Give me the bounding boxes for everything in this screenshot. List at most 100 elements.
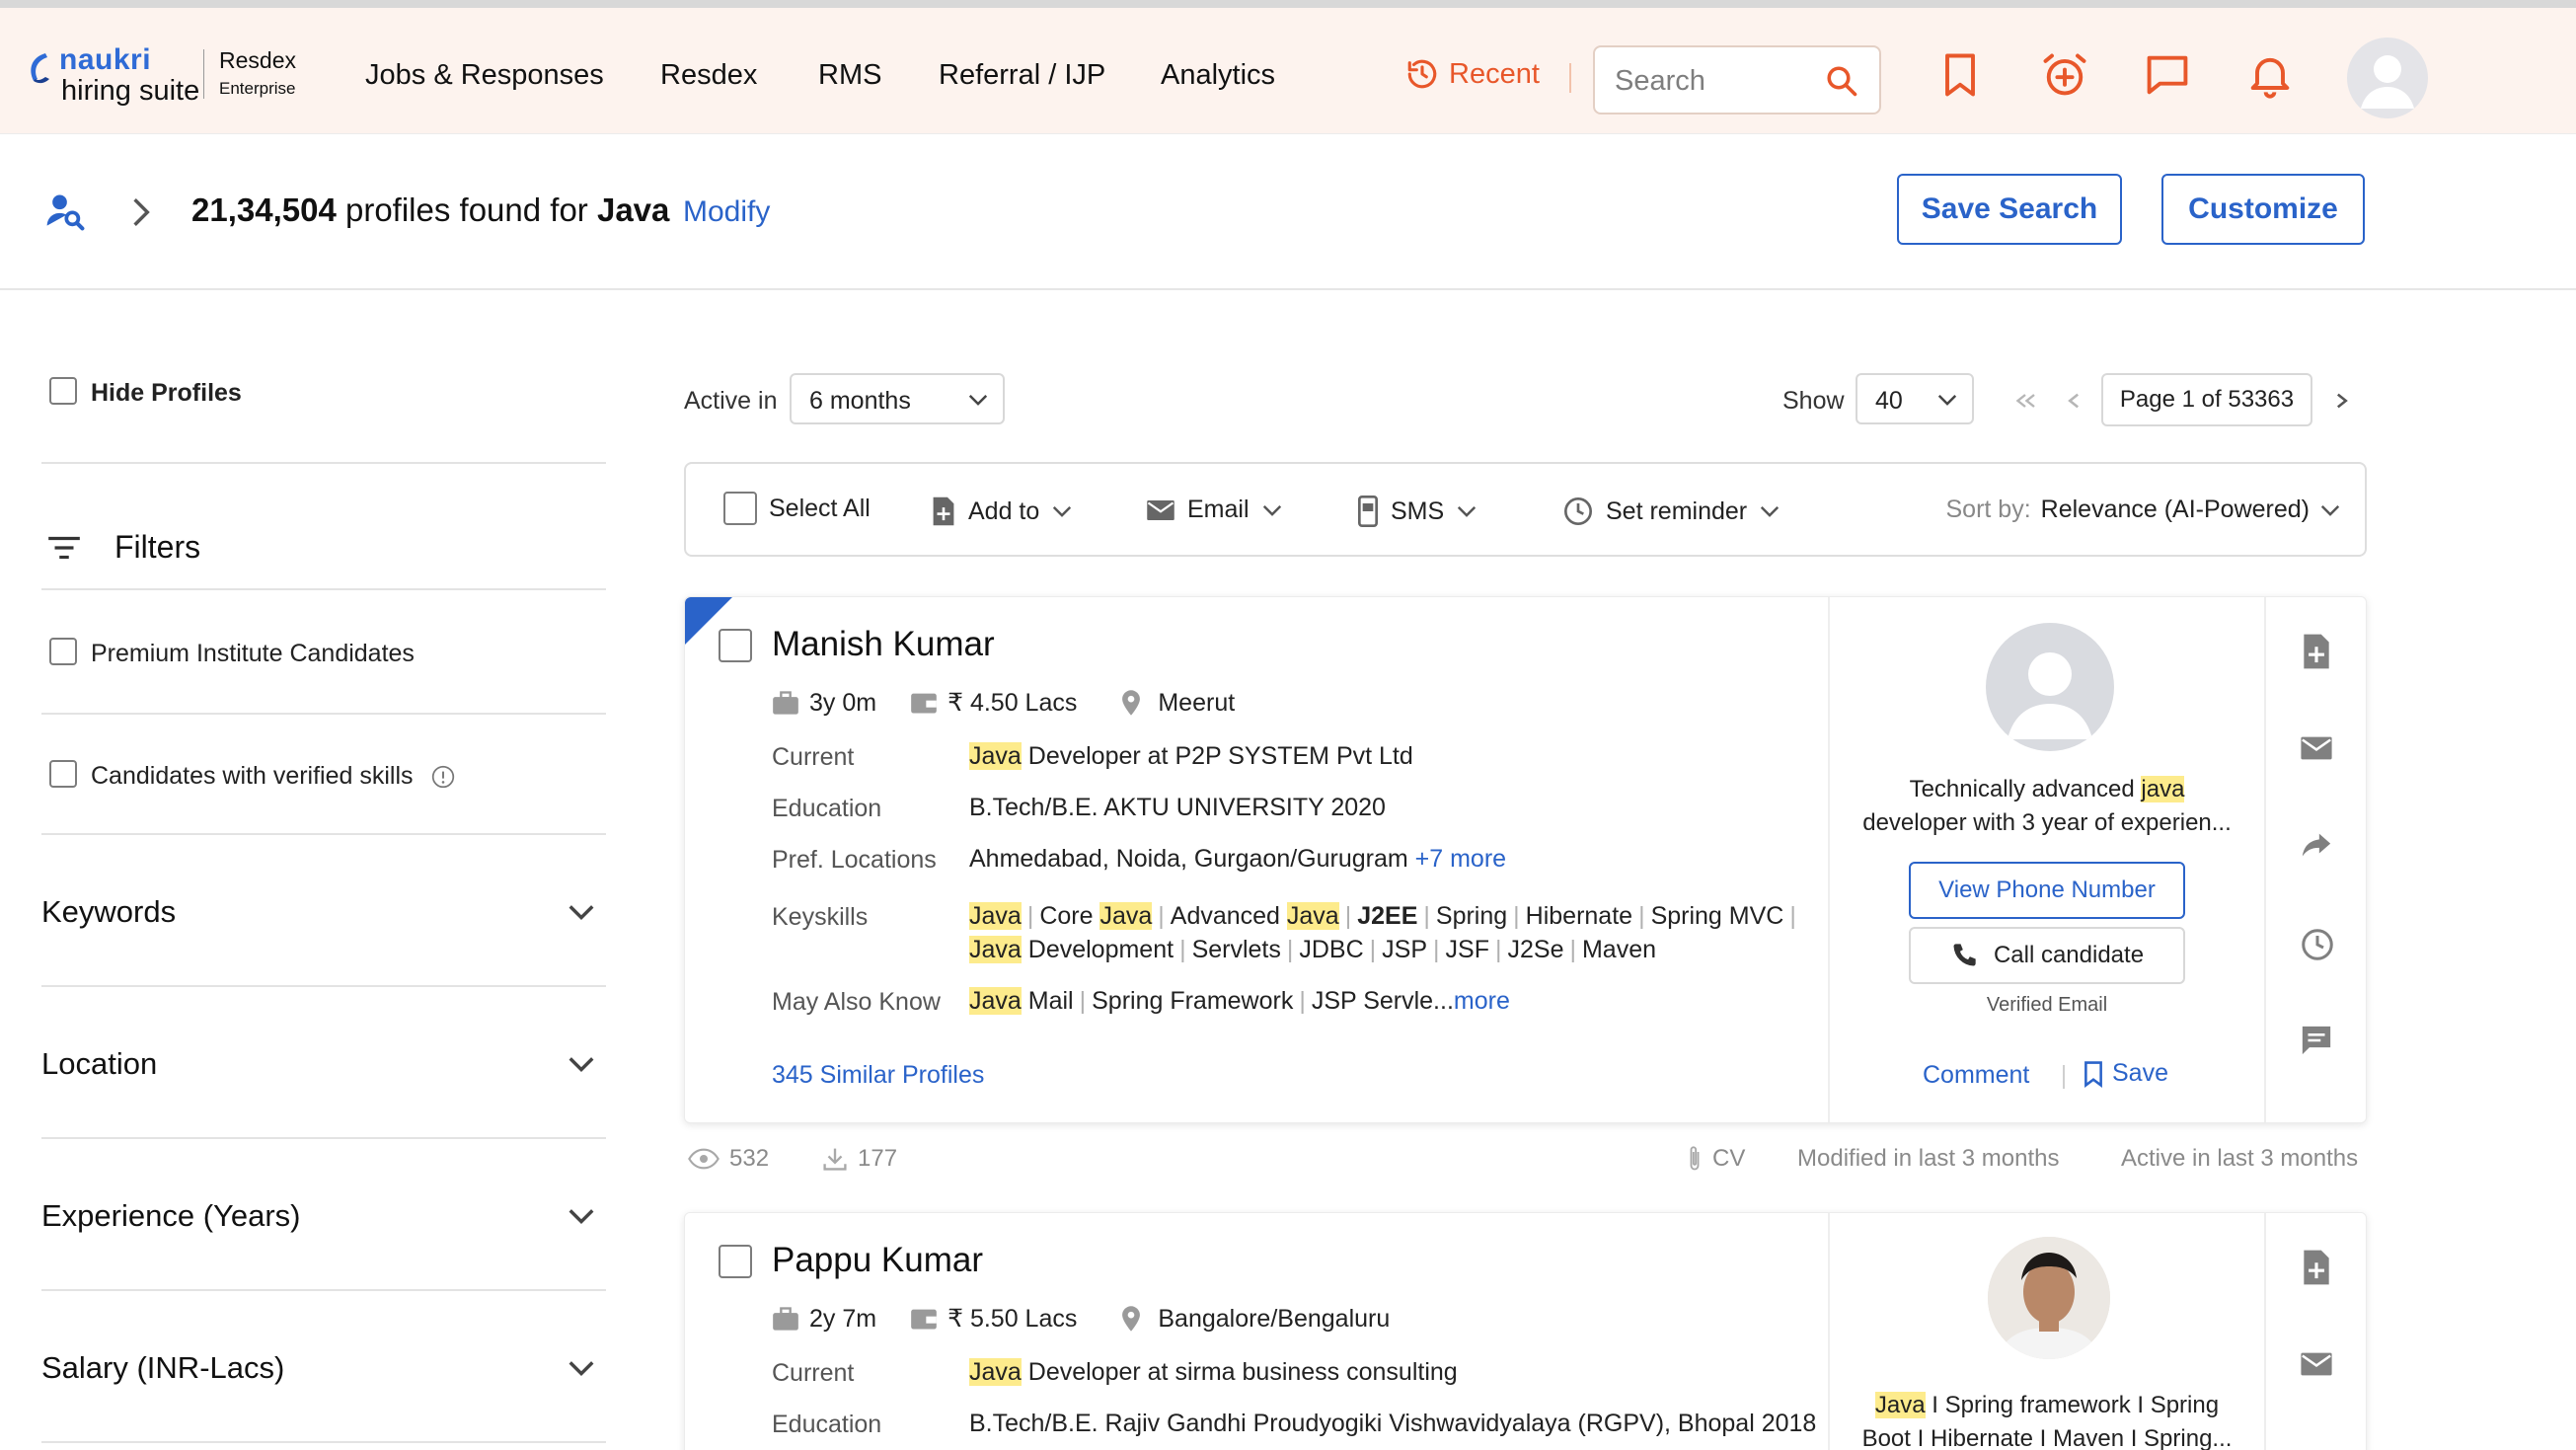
eye-icon: [688, 1148, 720, 1170]
clock-icon[interactable]: [2300, 927, 2335, 962]
alarm-add-icon[interactable]: [2039, 49, 2090, 101]
recent-label: Recent: [1449, 57, 1540, 90]
hide-profiles-label: Hide Profiles: [91, 379, 242, 407]
user-avatar[interactable]: [2347, 38, 2428, 118]
candidate-name[interactable]: Manish Kumar: [772, 625, 995, 664]
keyskill: JDBC: [1299, 936, 1364, 963]
profile-downloads: 177: [822, 1145, 897, 1173]
nav-analytics[interactable]: Analytics: [1161, 59, 1275, 92]
email-icon: [1147, 499, 1174, 520]
divider: [41, 713, 606, 715]
keyskills-line-1: Java | Core Java | Advanced Java | J2EE | Spring…: [969, 902, 1796, 930]
keyskill: Advanced Java: [1170, 902, 1339, 930]
recent-button[interactable]: Recent: [1405, 57, 1540, 91]
email-label: Email: [1187, 496, 1250, 523]
modify-search-link[interactable]: Modify: [683, 195, 770, 229]
cv-attachment[interactable]: CV: [1687, 1145, 1745, 1173]
verified-skills-checkbox[interactable]: [49, 760, 77, 788]
candidate-name[interactable]: Pappu Kumar: [772, 1241, 983, 1280]
keyskill: Java: [969, 902, 1022, 930]
sms-dropdown[interactable]: SMS: [1357, 496, 1477, 527]
select-all-control[interactable]: Select All: [723, 492, 871, 525]
profile-views: 532: [688, 1145, 769, 1173]
hide-profiles-checkbox[interactable]: [49, 377, 77, 405]
logo-brand: naukri: [59, 43, 152, 76]
chat-icon[interactable]: [2142, 49, 2193, 101]
location-pin-icon: [1122, 690, 1141, 716]
keyskill: J2EE: [1357, 902, 1418, 930]
divider: [2063, 1065, 2065, 1089]
add-to-dropdown[interactable]: Add to: [931, 496, 1073, 527]
experience-heading: Experience (Years): [41, 1198, 301, 1233]
verified-email-label: Verified Email: [1986, 994, 2108, 1016]
candidate-photo-image: [1988, 1237, 2110, 1359]
email-dropdown[interactable]: Email: [1146, 496, 1283, 524]
candidate-experience: 3y 0m: [809, 688, 877, 717]
call-candidate-button[interactable]: Call candidate: [1909, 927, 2185, 984]
candidate-salary: ₹ 5.50 Lacs: [947, 1305, 1078, 1333]
comment-icon[interactable]: [2300, 1024, 2333, 1057]
filters-heading: Filters: [114, 529, 201, 565]
nav-referral-ijp[interactable]: Referral / IJP: [939, 59, 1105, 92]
location-heading: Location: [41, 1046, 158, 1081]
search-icon[interactable]: [1824, 63, 1859, 99]
results-count-text: 21,34,504 profiles found for Java: [191, 191, 669, 229]
notification-bell-icon[interactable]: [2244, 49, 2296, 101]
similar-profiles-link[interactable]: 345 Similar Profiles: [772, 1061, 984, 1090]
save-candidate-button[interactable]: Save: [2083, 1059, 2168, 1088]
keyskill: Spring: [1435, 902, 1508, 930]
keyskill: Servlets: [1191, 936, 1281, 963]
keywords-heading: Keywords: [41, 894, 177, 929]
header-search-input[interactable]: Search: [1593, 45, 1881, 114]
email-icon[interactable]: [2300, 735, 2333, 761]
set-reminder-dropdown[interactable]: Set reminder: [1562, 496, 1780, 527]
next-page-icon[interactable]: [2333, 391, 2349, 411]
sms-label: SMS: [1391, 496, 1445, 525]
chevron-down-icon: [968, 394, 988, 406]
page-indicator: Page 1 of 53363: [2101, 373, 2312, 426]
view-phone-number-button[interactable]: View Phone Number: [1909, 862, 2185, 919]
customize-button[interactable]: Customize: [2161, 174, 2365, 245]
save-label: Save: [2112, 1059, 2168, 1087]
add-document-icon[interactable]: [2300, 633, 2333, 670]
wallet-icon: [911, 1309, 937, 1330]
divider: [41, 462, 606, 464]
comment-link[interactable]: Comment: [1923, 1061, 2029, 1090]
forward-share-icon[interactable]: [2300, 830, 2333, 860]
nav-resdex[interactable]: Resdex: [660, 59, 757, 92]
avatar-placeholder-icon: [2008, 652, 2092, 739]
chevron-down-icon: [568, 1209, 594, 1225]
keyskill: Spring MVC: [1650, 902, 1784, 930]
active-in-select[interactable]: 6 months: [790, 373, 1005, 424]
add-document-icon[interactable]: [2300, 1249, 2333, 1286]
candidate-photo: [1988, 1237, 2110, 1359]
candidate-card[interactable]: Manish Kumar 3y 0m ₹ 4.50 Lacs Meerut Cu…: [684, 596, 2367, 1123]
info-icon[interactable]: [430, 764, 456, 790]
pref-locations-value: Ahmedabad, Noida, Gurgaon/Gurugram +7 mo…: [969, 845, 1507, 873]
previous-page-icon[interactable]: [2067, 391, 2083, 411]
sort-by-dropdown[interactable]: Sort by: Relevance (AI-Powered): [1946, 496, 2342, 524]
bookmark-icon[interactable]: [1934, 49, 1986, 101]
nav-rms[interactable]: RMS: [818, 59, 881, 92]
candidate-action-rail: [2264, 1213, 2368, 1450]
chevron-down-icon: [1262, 504, 1281, 516]
logo-product: Resdex: [219, 47, 296, 73]
candidate-select-checkbox[interactable]: [719, 629, 752, 662]
select-all-checkbox[interactable]: [723, 492, 757, 525]
first-page-icon[interactable]: [2013, 391, 2037, 411]
search-profiles-icon: [46, 194, 85, 231]
save-search-button[interactable]: Save Search: [1897, 174, 2122, 245]
keyskill: JSP: [1382, 936, 1428, 963]
divider: [41, 588, 606, 590]
candidate-select-checkbox[interactable]: [719, 1245, 752, 1278]
email-icon[interactable]: [2300, 1351, 2333, 1377]
downloads-count: 177: [858, 1145, 898, 1172]
premium-institute-checkbox[interactable]: [49, 638, 77, 665]
may-also-know-more-link[interactable]: more: [1454, 987, 1510, 1015]
nav-jobs-responses[interactable]: Jobs & Responses: [365, 59, 604, 92]
candidate-card[interactable]: Pappu Kumar 2y 7m ₹ 5.50 Lacs Bangalore/…: [684, 1212, 2367, 1450]
pref-locations-more-link[interactable]: +7 more: [1415, 845, 1506, 873]
history-icon: [1407, 59, 1437, 89]
page-size-select[interactable]: 40: [1856, 373, 1974, 424]
logo-suite: hiring suite: [61, 75, 200, 107]
